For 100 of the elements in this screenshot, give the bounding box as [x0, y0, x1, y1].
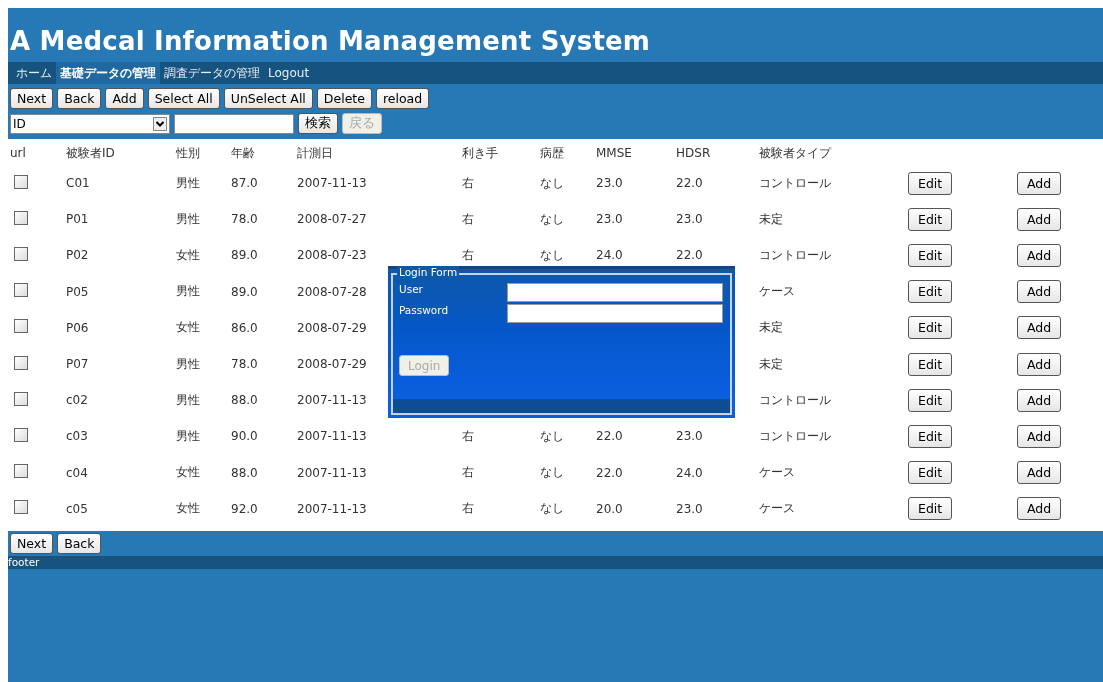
table-cell: 男性 [176, 175, 200, 190]
column-header: url [10, 146, 27, 160]
table-cell: 2007-11-13 [297, 465, 367, 480]
table-cell: c03 [66, 429, 88, 444]
table-cell: 23.0 [596, 176, 623, 191]
password-label: Password [399, 304, 450, 316]
row-checkbox[interactable] [14, 500, 28, 515]
table-cell: なし [540, 247, 564, 262]
add-button[interactable]: Add [1017, 388, 1062, 412]
table-cell: 89.0 [231, 284, 258, 299]
password-field[interactable] [507, 304, 723, 323]
table-cell: なし [540, 175, 564, 190]
column-header: 利き手 [462, 144, 499, 162]
table-cell: 88.0 [231, 393, 258, 408]
table-cell: P01 [66, 212, 89, 227]
table-cell: 22.0 [596, 429, 623, 444]
field-select[interactable]: ID [10, 113, 170, 134]
toolbar-button[interactable]: reload [375, 88, 430, 109]
add-button[interactable]: Add [1017, 207, 1062, 231]
edit-button[interactable]: Edit [908, 424, 953, 448]
table-cell: c04 [66, 465, 88, 480]
add-button[interactable]: Add [1017, 424, 1062, 448]
search-field[interactable] [174, 113, 294, 134]
edit-button[interactable]: Edit [908, 316, 953, 340]
table-cell: 未定 [759, 320, 783, 335]
add-button[interactable]: Add [1017, 280, 1062, 304]
edit-button[interactable]: Edit [908, 388, 953, 412]
row-checkbox[interactable] [14, 174, 28, 189]
row-checkbox[interactable] [14, 355, 28, 370]
edit-button[interactable]: Edit [908, 243, 953, 267]
column-header: MMSE [596, 146, 633, 160]
table-cell: 男性 [176, 428, 200, 443]
edit-button[interactable]: Edit [908, 207, 953, 231]
pager-button[interactable]: Next [10, 532, 54, 554]
edit-button[interactable]: Edit [908, 280, 953, 304]
search-button[interactable]: 検索 [298, 113, 338, 134]
dropdown-icon [153, 116, 167, 131]
toolbar-button[interactable]: Delete [316, 88, 372, 109]
nav-link[interactable]: ホーム [12, 62, 56, 84]
add-button[interactable]: Add [1017, 497, 1062, 521]
row-checkbox[interactable] [14, 210, 28, 225]
add-button[interactable]: Add [1017, 316, 1062, 340]
pager-button[interactable]: Back [57, 532, 102, 554]
toolbar-button[interactable]: Select All [147, 88, 220, 109]
edit-button[interactable]: Edit [908, 171, 953, 195]
table-cell: ケース [759, 284, 795, 299]
nav-link[interactable]: 基礎データの管理 [56, 62, 160, 84]
edit-button[interactable]: Edit [908, 461, 953, 485]
table-cell: なし [540, 428, 564, 443]
edit-button[interactable]: Edit [908, 352, 953, 376]
edit-button[interactable]: Edit [908, 497, 953, 521]
table-cell: 22.0 [676, 176, 703, 191]
toolbar-button[interactable]: Next [10, 88, 54, 109]
nav-link[interactable]: Logout [264, 62, 314, 84]
table-cell: コントロール [759, 392, 831, 407]
table-cell: 2008-07-29 [297, 357, 367, 372]
table-cell: 23.0 [676, 212, 703, 227]
table-cell: 未定 [759, 211, 783, 226]
table-cell: 92.0 [231, 501, 258, 516]
table-cell: 右 [462, 175, 474, 190]
nav-link[interactable]: 調査データの管理 [160, 62, 264, 84]
column-header: HDSR [676, 146, 712, 160]
table-cell: 右 [462, 428, 474, 443]
row-checkbox[interactable] [14, 464, 28, 479]
add-button[interactable]: Add [1017, 352, 1062, 376]
user-label: User [399, 283, 424, 295]
table-cell: 87.0 [231, 176, 258, 191]
table-cell: 23.0 [676, 501, 703, 516]
table-cell: コントロール [759, 428, 831, 443]
add-button[interactable]: Add [1017, 243, 1062, 267]
row-checkbox[interactable] [14, 319, 28, 334]
add-button[interactable]: Add [1017, 171, 1062, 195]
table-cell: ケース [759, 465, 795, 480]
table-cell: 78.0 [231, 357, 258, 372]
table-cell: 88.0 [231, 465, 258, 480]
toolbar-button[interactable]: Back [57, 88, 102, 109]
column-header: 計測日 [297, 144, 334, 162]
table-cell: 22.0 [596, 465, 623, 480]
table-cell: コントロール [759, 175, 831, 190]
table-cell: なし [540, 501, 564, 516]
row-checkbox[interactable] [14, 283, 28, 298]
row-checkbox[interactable] [14, 427, 28, 442]
table-cell: 2007-11-13 [297, 176, 367, 191]
column-header: 病歴 [540, 144, 565, 162]
row-checkbox[interactable] [14, 246, 28, 261]
add-button[interactable]: Add [1017, 461, 1062, 485]
user-field[interactable] [507, 283, 723, 302]
table-cell: なし [540, 465, 564, 480]
table-cell: P05 [66, 284, 89, 299]
table-cell: C01 [66, 176, 90, 191]
table-cell: c05 [66, 501, 88, 516]
table-cell: c02 [66, 393, 88, 408]
toolbar-button[interactable]: UnSelect All [223, 88, 313, 109]
table-cell: 右 [462, 501, 474, 516]
table-cell: 24.0 [596, 248, 623, 263]
row-checkbox[interactable] [14, 391, 28, 406]
table-cell: 2008-07-27 [297, 212, 367, 227]
table-cell: 22.0 [676, 248, 703, 263]
toolbar-button[interactable]: Add [105, 88, 144, 109]
table-cell: なし [540, 211, 564, 226]
